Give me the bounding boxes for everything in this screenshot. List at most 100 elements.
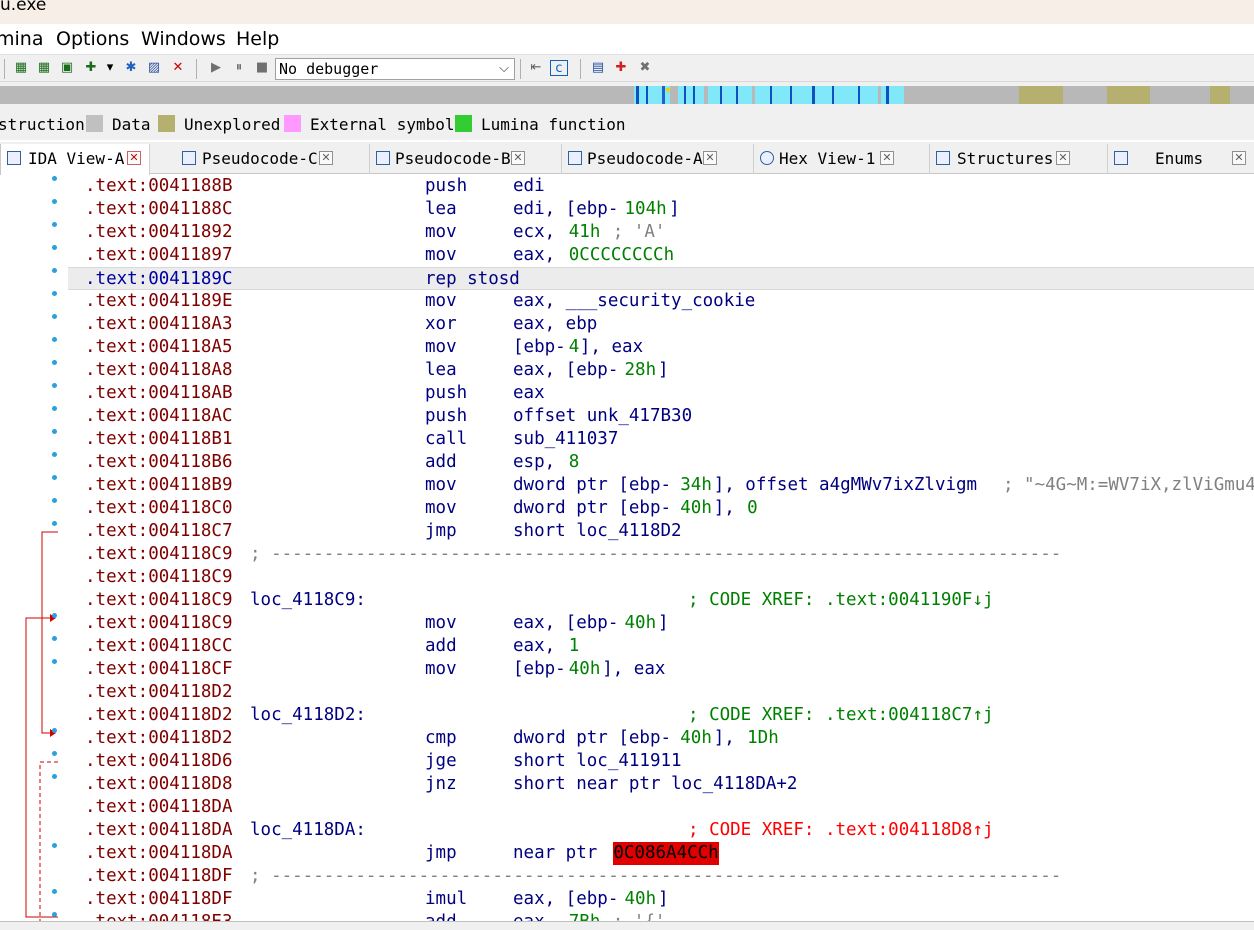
- rename-icon[interactable]: ▨: [145, 60, 163, 76]
- menu-options[interactable]: Options: [56, 28, 129, 50]
- code-bad-reference[interactable]: 0C086A4CCh: [613, 842, 719, 865]
- code-immediate[interactable]: 34h: [680, 474, 712, 497]
- code-line[interactable]: .text:004118DA: [68, 796, 1254, 819]
- code-operand[interactable]: ]: [658, 612, 669, 635]
- pause-process-icon[interactable]: ⏸: [230, 60, 248, 76]
- close-icon[interactable]: ✕: [1056, 151, 1070, 165]
- code-line[interactable]: .text:004118D8 jnz short near ptr loc_4118…: [68, 773, 1254, 796]
- code-line[interactable]: .text:004118DF ; ------------------------…: [68, 865, 1254, 888]
- code-line[interactable]: .text:00411892 mov ecx, 41h ; 'A': [68, 221, 1254, 244]
- code-operand[interactable]: ecx,: [513, 221, 566, 244]
- code-operand[interactable]: eax, [ebp-: [513, 888, 618, 911]
- code-line[interactable]: .text:004118D2: [68, 681, 1254, 704]
- add-breakpoint-icon[interactable]: ✚: [612, 60, 630, 76]
- start-process-icon[interactable]: ▶: [207, 60, 225, 76]
- breakpoint-dot-icon[interactable]: [52, 475, 57, 480]
- breakpoint-dot-icon[interactable]: [52, 199, 57, 204]
- code-operand[interactable]: ]: [669, 198, 680, 221]
- code-operand[interactable]: [ebp-: [513, 658, 566, 681]
- code-line[interactable]: .text:004118C7 jmp short loc_4118D2: [68, 520, 1254, 543]
- breakpoint-dot-icon[interactable]: [52, 291, 57, 296]
- close-icon[interactable]: ✕: [127, 151, 141, 165]
- code-line[interactable]: .text:004118C9 loc_4118C9: ; CODE XREF: .t…: [68, 589, 1254, 612]
- step-icon[interactable]: c: [550, 60, 568, 76]
- close-icon[interactable]: ✕: [703, 151, 717, 165]
- debugger-select[interactable]: No debugger ⌵: [275, 58, 515, 80]
- breakpoint-dot-icon[interactable]: [52, 728, 57, 733]
- code-operand[interactable]: edi, [ebp-: [513, 198, 618, 221]
- code-line[interactable]: .text:004118AB push eax: [68, 382, 1254, 405]
- make-code-icon[interactable]: ▦: [12, 60, 30, 76]
- code-line[interactable]: .text:004118C9 ; ------------------------…: [68, 543, 1254, 566]
- menu-help[interactable]: Help: [236, 28, 279, 50]
- breakpoint-dot-icon[interactable]: [52, 383, 57, 388]
- code-operand[interactable]: dword ptr [ebp-: [513, 727, 671, 750]
- code-line[interactable]: .text:004118B1 call sub_411037: [68, 428, 1254, 451]
- code-operand[interactable]: esp,: [513, 451, 566, 474]
- close-icon[interactable]: ✕: [319, 151, 333, 165]
- code-line[interactable]: .text:00411897 mov eax, 0CCCCCCCCh: [68, 244, 1254, 267]
- code-operand[interactable]: ]: [658, 359, 669, 382]
- code-immediate[interactable]: 1Dh: [747, 727, 779, 750]
- trace-icon[interactable]: ⇤: [527, 60, 545, 76]
- breakpoint-list-icon[interactable]: ▤: [589, 60, 607, 76]
- close-icon[interactable]: ✕: [880, 151, 894, 165]
- code-line[interactable]: .text:004118B9 mov dword ptr [ebp- 34h], of…: [68, 474, 1254, 497]
- code-immediate[interactable]: 104h: [625, 198, 667, 221]
- code-operand[interactable]: dword ptr [ebp-: [513, 474, 671, 497]
- disassembly-view[interactable]: .text:0041188B push edi .text:0041188C lea ed…: [0, 175, 1254, 930]
- code-immediate[interactable]: 8: [569, 451, 580, 474]
- code-operand[interactable]: eax, [ebp-: [513, 612, 618, 635]
- breakpoint-dot-icon[interactable]: [52, 751, 57, 756]
- code-immediate[interactable]: 4: [569, 336, 580, 359]
- code-immediate[interactable]: 0CCCCCCCCh: [569, 244, 674, 267]
- code-line[interactable]: .text:004118C9 mov eax, [ebp- 40h]: [68, 612, 1254, 635]
- code-line[interactable]: .text:004118CF mov [ebp- 40h], eax: [68, 658, 1254, 681]
- tab-hex-view-1[interactable]: Hex View-1 ✕: [754, 144, 930, 174]
- code-immediate[interactable]: 40h: [680, 497, 712, 520]
- code-operand[interactable]: eax,: [513, 244, 566, 267]
- code-operand[interactable]: ], eax: [602, 658, 665, 681]
- close-icon[interactable]: ✕: [511, 151, 525, 165]
- code-line[interactable]: .text:004118DA loc_4118DA: ; CODE XREF: .t…: [68, 819, 1254, 842]
- code-xref-comment[interactable]: ; CODE XREF: .text:004118D8↑j: [688, 819, 994, 842]
- code-operand[interactable]: eax,: [513, 635, 566, 658]
- code-operand[interactable]: short near ptr loc_4118DA+2: [513, 773, 797, 796]
- navigation-band[interactable]: [0, 82, 1254, 108]
- code-immediate[interactable]: 40h: [569, 658, 601, 681]
- code-line[interactable]: .text:004118C9: [68, 566, 1254, 589]
- tab-enums[interactable]: Enums ✕: [1108, 144, 1254, 174]
- dropdown-arrow-icon[interactable]: ▾: [101, 60, 119, 76]
- code-immediate[interactable]: 40h: [680, 727, 712, 750]
- code-line[interactable]: .text:0041188B push edi: [68, 175, 1254, 198]
- code-operand[interactable]: ], eax: [580, 336, 643, 359]
- breakpoint-dot-icon[interactable]: [52, 452, 57, 457]
- code-line[interactable]: .text:004118CC add eax, 1: [68, 635, 1254, 658]
- make-data-icon[interactable]: ▦: [35, 60, 53, 76]
- code-line[interactable]: .text:004118AC push offset unk_417B30: [68, 405, 1254, 428]
- code-comment[interactable]: ; "~4G~M:=WV7iX,zlViGmu4: [992, 474, 1254, 497]
- breakpoint-dot-icon[interactable]: [52, 889, 57, 894]
- code-line[interactable]: .text:004118A8 lea eax, [ebp- 28h]: [68, 359, 1254, 382]
- tab-pseudocode-c[interactable]: Pseudocode-C ✕: [176, 144, 370, 174]
- breakpoint-dot-icon[interactable]: [52, 360, 57, 365]
- code-label[interactable]: loc_4118C9:: [250, 589, 366, 612]
- code-operand[interactable]: dword ptr [ebp-: [513, 497, 671, 520]
- code-immediate[interactable]: 40h: [625, 888, 657, 911]
- code-line[interactable]: .text:004118B6 add esp, 8: [68, 451, 1254, 474]
- breakpoint-dot-icon[interactable]: [52, 337, 57, 342]
- code-xref-comment[interactable]: ; CODE XREF: .text:004118C7↑j: [688, 704, 994, 727]
- code-operand[interactable]: eax, [ebp-: [513, 359, 618, 382]
- make-ascii-icon[interactable]: ▣: [58, 60, 76, 76]
- tab-pseudocode-b[interactable]: Pseudocode-B ✕: [370, 144, 562, 174]
- code-line[interactable]: .text:0041189C rep stosd: [68, 267, 1254, 290]
- code-operand[interactable]: ],: [714, 497, 746, 520]
- code-line[interactable]: .text:004118D2 cmp dword ptr [ebp- 40h], 1D…: [68, 727, 1254, 750]
- breakpoint-dot-icon[interactable]: [52, 774, 57, 779]
- delete-icon[interactable]: ✕: [169, 60, 187, 76]
- code-operand[interactable]: [ebp-: [513, 336, 566, 359]
- breakpoint-dot-icon[interactable]: [52, 245, 57, 250]
- code-line[interactable]: .text:004118C0 mov dword ptr [ebp- 40h], 0: [68, 497, 1254, 520]
- code-operand[interactable]: eax: [513, 382, 545, 405]
- code-comment[interactable]: ; 'A': [602, 221, 666, 244]
